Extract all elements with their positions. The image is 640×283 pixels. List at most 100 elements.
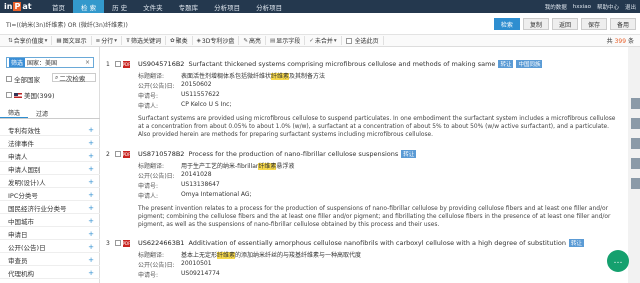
facet-examiner[interactable]: 审查员 +	[0, 255, 100, 266]
plus-icon: +	[88, 256, 94, 264]
grid-icon: ▦	[56, 37, 62, 44]
facet-legal-event[interactable]: 法律事件 +	[0, 138, 100, 149]
side-tool-tab[interactable]	[631, 158, 640, 169]
checkbox[interactable]	[6, 76, 12, 82]
checkbox[interactable]	[345, 37, 352, 44]
query-bar: TI=((纳米(3n)纤维素) OR (微纤(3n)纤维素)) 检索 复制 返回…	[0, 14, 640, 35]
field-row: 标题翻译: 表面活性剂增稠体系包括微纤维状纤维素及其制备方法	[138, 73, 326, 80]
result-header: 3 PDF US6224663B1 Additivation of essent…	[106, 239, 584, 247]
backup-button[interactable]: 备用	[609, 18, 636, 30]
facet-industry[interactable]: 国民经济行业分类号 +	[0, 203, 100, 214]
plus-icon: +	[88, 139, 94, 147]
side-tool-tab[interactable]	[631, 138, 640, 149]
username[interactable]: hxxiao	[573, 4, 591, 10]
close-icon[interactable]: ×	[85, 59, 90, 66]
nav-analysis-project[interactable]: 分析项目	[206, 0, 248, 13]
facet-ipc[interactable]: IPC分类号 +	[0, 190, 100, 201]
highlight-icon: ✎	[243, 37, 248, 44]
merge-dropdown[interactable]: ✓ 未合并 ▾	[305, 36, 342, 45]
help-center-link[interactable]: 帮助中心	[597, 3, 619, 11]
patent-title[interactable]: Surfactant thickened systems comprising …	[188, 60, 495, 68]
pdf-icon[interactable]: PDF	[123, 60, 130, 68]
active-filter-tag: 筛选 国家：美国 ×	[6, 57, 94, 68]
checkbox[interactable]	[115, 61, 121, 67]
results-list: 1 PDF US9045716B2 Surfactant thickened s…	[100, 47, 628, 283]
field-row: 申请人: Omya International AG;	[138, 191, 252, 200]
status-badge: 转让	[401, 150, 417, 158]
chat-bubble-icon[interactable]: …	[607, 250, 629, 272]
patent-number[interactable]: US8710578B2	[138, 150, 184, 158]
tab-filter[interactable]: 筛选	[0, 108, 29, 118]
country-option-us[interactable]: 美国(399)	[6, 90, 106, 100]
facet-applicant-country[interactable]: 申请人国别 +	[0, 164, 100, 175]
nav-home[interactable]: 首页	[44, 0, 73, 13]
facet-publication-date[interactable]: 公开(公告)日 +	[0, 242, 100, 253]
copy-button[interactable]: 复制	[522, 18, 549, 30]
checkbox[interactable]	[6, 92, 12, 98]
incopat-logo[interactable]: in Pat	[0, 0, 44, 13]
field-row: 标题翻译: 基本上无定形纤维素的添加纳米纤丝的与羧基纤维素与一种高取代度	[138, 252, 362, 259]
side-tool-tab[interactable]	[631, 98, 640, 109]
patent-number[interactable]: US9045716B2	[138, 60, 184, 68]
cluster-button[interactable]: ✿ 聚类	[166, 36, 193, 45]
logout-link[interactable]: 退出	[625, 3, 636, 11]
query-buttons: 检索 复制 返回 保存 备用	[493, 18, 636, 30]
patent-number[interactable]: US6224663B1	[138, 239, 184, 247]
field-row: 公开(公告)日: 20150602	[138, 81, 212, 90]
facet-validity[interactable]: 专利有效性 +	[0, 125, 100, 136]
nav-folder[interactable]: 文件夹	[135, 0, 171, 13]
back-button[interactable]: 返回	[551, 18, 578, 30]
plus-icon: +	[88, 217, 94, 225]
chevron-down-icon: ▾	[44, 37, 48, 44]
field-row: 申请人: CP Kelco U S Inc;	[138, 101, 232, 110]
plus-icon: +	[88, 204, 94, 212]
field-row: 标题翻译: 用于生产工艺的纳米-fibrillar纤维素悬浮液	[138, 163, 295, 170]
top-nav-bar: in Pat 首页 检 索 历 史 文件夹 专题库 分析项目 分析项目 我的数据 …	[0, 0, 640, 13]
facet-inventor[interactable]: 发明(设计)人 +	[0, 177, 100, 188]
result-header: 1 PDF US9045716B2 Surfactant thickened s…	[106, 60, 543, 68]
plus-icon: +	[88, 191, 94, 199]
nav-analysis-project-2[interactable]: 分析项目	[248, 0, 290, 13]
3d-sandbox-button[interactable]: ◈ 3D专利沙盘	[193, 36, 240, 45]
facet-agency[interactable]: 代理机构 +	[0, 268, 100, 279]
side-tool-tab[interactable]	[631, 178, 640, 189]
save-button[interactable]: 保存	[580, 18, 607, 30]
nav-search[interactable]: 检 索	[73, 0, 105, 13]
field-row: 申请号: US13138647	[138, 181, 220, 190]
pdf-icon[interactable]: PDF	[123, 239, 130, 247]
facet-applicant[interactable]: 申请人 +	[0, 151, 100, 162]
patent-title[interactable]: Additivation of essentially amorphous ce…	[188, 239, 566, 247]
checkbox[interactable]	[115, 240, 121, 246]
query-input[interactable]: TI=((纳米(3n)纤维素) OR (微纤(3n)纤维素))	[6, 20, 128, 29]
plus-icon: +	[88, 243, 94, 251]
display-fields-button[interactable]: ▤ 显示字段	[266, 36, 306, 45]
main-nav: 首页 检 索 历 史 文件夹 专题库 分析项目 分析项目	[44, 0, 290, 13]
pdf-icon[interactable]: PDF	[123, 150, 130, 158]
my-data-link[interactable]: 我的数据	[545, 3, 567, 11]
nav-history[interactable]: 历 史	[104, 0, 135, 13]
patent-title[interactable]: Process for the production of nano-fibri…	[188, 150, 398, 158]
search-button[interactable]: 检索	[493, 18, 520, 30]
value-score-dropdown[interactable]: ⇅ 合享价值度 ▾	[4, 36, 53, 45]
filter-sidebar: 筛选 国家：美国 × 全部国家 ⌕ 二次检索 美国(399) 筛选 过滤 专利有效…	[0, 47, 100, 283]
field-row: 公开(公告)日: 20141028	[138, 171, 212, 180]
result-header: 2 PDF US8710578B2 Process for the produc…	[106, 150, 417, 158]
abstract-text: Surfactant systems are provided using mi…	[138, 116, 616, 139]
side-tool-tab[interactable]	[631, 118, 640, 129]
secondary-search-button[interactable]: ⌕ 二次检索	[52, 73, 96, 83]
nav-topic-library[interactable]: 专题库	[171, 0, 207, 13]
highlight-button[interactable]: ✎ 高亮	[239, 36, 266, 45]
user-menu: 我的数据 hxxiao 帮助中心 退出	[545, 0, 636, 13]
sort-icon: ⇅	[8, 37, 13, 44]
checkbox[interactable]	[115, 151, 121, 157]
tab-exclude[interactable]: 过滤	[28, 108, 56, 118]
filter-keyword-button[interactable]: ⊽ 筛选关键词	[122, 36, 167, 45]
facet-china-city[interactable]: 中国城市 +	[0, 216, 100, 227]
field-row: 申请号: US11557622	[138, 91, 220, 100]
paging-dropdown[interactable]: ≡ 分行 ▾	[92, 36, 122, 45]
facet-application-date[interactable]: 申请日 +	[0, 229, 100, 240]
select-page-checkbox[interactable]: 全选此页	[342, 36, 384, 45]
cluster-icon: ✿	[170, 37, 175, 44]
plus-icon: +	[88, 165, 94, 173]
image-text-view[interactable]: ▦ 图文显示	[52, 36, 92, 45]
